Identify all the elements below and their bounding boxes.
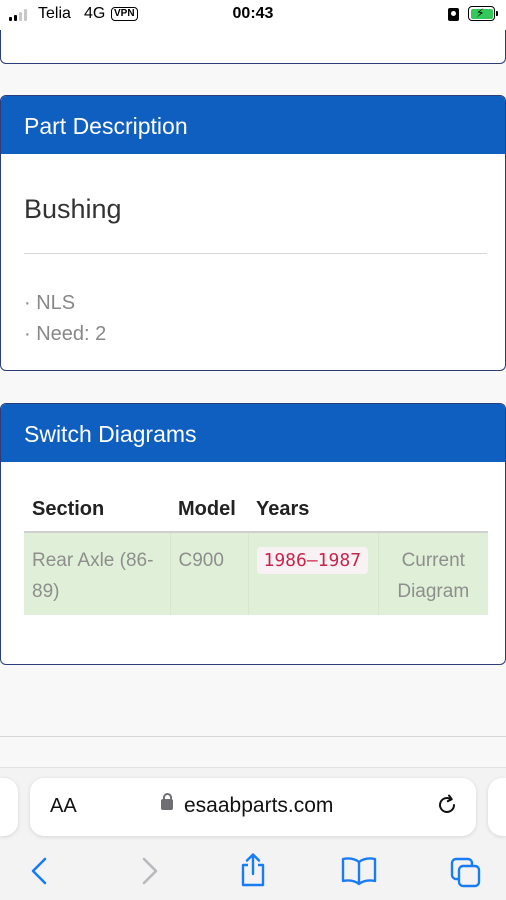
reload-icon[interactable]: [434, 792, 460, 823]
cell-model: C900: [169, 532, 248, 615]
browser-bottom-bar: AA esaabparts.com: [0, 767, 506, 900]
orientation-lock-icon: [448, 8, 459, 21]
note-nls: · NLS: [24, 292, 76, 314]
charging-bolt-icon: ⚡: [476, 6, 485, 20]
part-description-card: Part Description Bushing · NLS · Need: 2: [0, 95, 506, 371]
part-notes: · NLS · Need: 2: [24, 288, 106, 350]
text-size-button[interactable]: AA: [50, 795, 77, 818]
part-name: Bushing: [24, 194, 122, 224]
cell-section: Rear Axle (86-89): [24, 532, 170, 615]
column-header-years: Years: [248, 492, 378, 533]
text-size-label: AA: [50, 795, 77, 817]
switch-diagrams-header: Switch Diagrams: [1, 404, 505, 462]
bookmarks-icon[interactable]: [340, 856, 378, 891]
years-code: 1986–1987: [256, 547, 369, 574]
address-bar[interactable]: AA esaabparts.com: [30, 778, 476, 836]
table-row[interactable]: Rear Axle (86-89) C900 1986–1987 Current…: [24, 532, 488, 615]
previous-tab-preview[interactable]: [0, 778, 18, 836]
cell-status: Current Diagram: [377, 532, 488, 615]
forward-icon[interactable]: [137, 856, 161, 891]
lock-icon: [161, 793, 173, 810]
column-header-model: Model: [170, 492, 248, 533]
column-header-section: Section: [24, 492, 170, 533]
tabs-icon[interactable]: [449, 856, 483, 893]
battery-icon: ⚡: [468, 6, 498, 21]
part-description-header: Part Description: [1, 96, 505, 154]
status-time: 00:43: [232, 5, 274, 22]
url-domain[interactable]: esaabparts.com: [184, 794, 333, 818]
diagrams-table: Section Model Years Rear Axle (86-89) C9…: [24, 492, 488, 615]
page-footer-divider: [0, 736, 506, 737]
next-tab-preview[interactable]: [488, 778, 506, 836]
column-header-status: [378, 492, 488, 533]
cell-years: 1986–1987: [247, 532, 378, 615]
previous-card: [0, 30, 506, 64]
note-need: · Need: 2: [24, 323, 107, 345]
divider: [24, 253, 487, 254]
share-icon[interactable]: [238, 852, 268, 893]
status-bar: Telia 4G VPN 00:43 ⚡: [0, 0, 506, 30]
back-icon[interactable]: [28, 856, 52, 891]
switch-diagrams-card: Switch Diagrams Section Model Years Rear…: [0, 403, 506, 665]
